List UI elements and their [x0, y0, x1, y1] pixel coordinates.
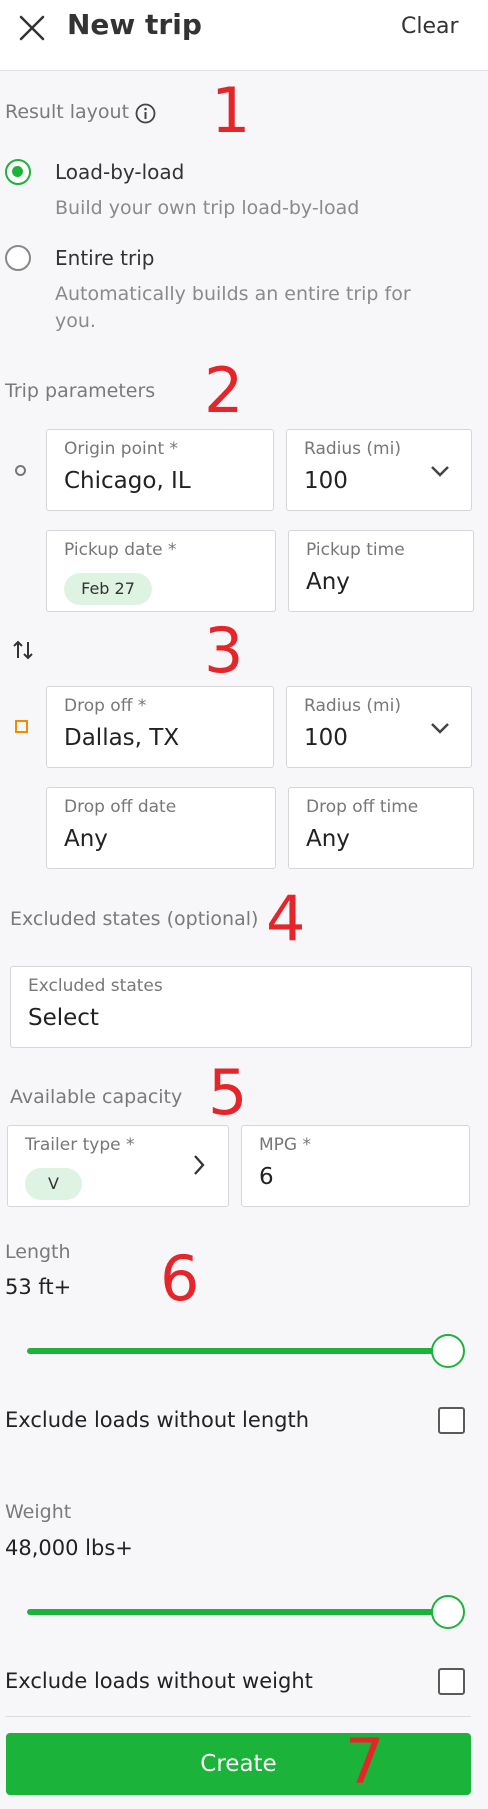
trailer-type-label: Trailer type * — [25, 1135, 135, 1155]
marker-2: 2 — [204, 354, 244, 427]
length-label: Length — [5, 1241, 71, 1263]
excluded-states-label: Excluded states (optional) — [10, 908, 259, 930]
pickup-time-label: Pickup time — [306, 540, 405, 560]
pickup-date-field[interactable]: Pickup date * Feb 27 — [46, 530, 276, 612]
origin-field-label: Origin point * — [64, 439, 179, 459]
mpg-label: MPG * — [259, 1135, 311, 1155]
weight-label: Weight — [5, 1501, 72, 1523]
excluded-states-select[interactable]: Excluded states Select — [10, 966, 472, 1048]
exclude-length-checkbox[interactable] — [438, 1407, 465, 1434]
radio-load-by-load[interactable] — [5, 159, 31, 185]
origin-icon — [15, 465, 26, 476]
marker-5: 5 — [208, 1056, 248, 1129]
origin-radius-select[interactable]: Radius (mi) 100 — [286, 429, 472, 511]
exclude-weight-label: Exclude loads without weight — [5, 1669, 313, 1693]
excluded-states-value: Select — [28, 1005, 99, 1031]
dropoff-date-label: Drop off date — [64, 797, 177, 817]
origin-field[interactable]: Origin point * Chicago, IL — [46, 429, 274, 511]
destination-icon — [15, 720, 28, 733]
pickup-date-label: Pickup date * — [64, 540, 177, 560]
length-slider-track[interactable] — [27, 1348, 449, 1354]
dropoff-field-value: Dallas, TX — [64, 725, 180, 751]
marker-1: 1 — [211, 74, 251, 147]
chevron-down-icon — [431, 466, 449, 477]
result-layout-label: Result layout — [5, 101, 130, 123]
dropoff-date-field[interactable]: Drop off date Any — [46, 787, 276, 869]
chevron-right-icon — [194, 1155, 205, 1175]
create-button[interactable]: Create — [6, 1733, 471, 1795]
swap-icon[interactable] — [11, 638, 35, 662]
origin-field-value: Chicago, IL — [64, 468, 191, 494]
pickup-time-field[interactable]: Pickup time Any — [288, 530, 474, 612]
trip-parameters-label: Trip parameters — [5, 380, 156, 402]
weight-slider-thumb[interactable] — [431, 1595, 465, 1629]
option-entire-trip-desc-1: Automatically builds an entire trip for — [55, 283, 411, 305]
dropoff-time-label: Drop off time — [306, 797, 419, 817]
clear-button[interactable]: Clear — [401, 14, 459, 39]
dropoff-radius-select[interactable]: Radius (mi) 100 — [286, 686, 472, 768]
origin-radius-value: 100 — [304, 468, 348, 494]
create-button-label: Create — [200, 1751, 277, 1777]
option-entire-trip-desc-2: you. — [55, 310, 96, 332]
dropoff-radius-value: 100 — [304, 725, 348, 751]
radio-entire-trip[interactable] — [5, 245, 31, 271]
marker-7: 7 — [345, 1725, 385, 1798]
radio-selected-dot — [12, 166, 23, 177]
dropoff-field-label: Drop off * — [64, 696, 147, 716]
mpg-field[interactable]: MPG * 6 — [241, 1125, 470, 1207]
trailer-type-field[interactable]: Trailer type * V — [7, 1125, 229, 1207]
weight-value: 48,000 lbs+ — [5, 1536, 133, 1560]
weight-slider-track[interactable] — [27, 1609, 449, 1615]
trailer-type-chip: V — [25, 1168, 82, 1200]
origin-radius-label: Radius (mi) — [304, 439, 401, 459]
dropoff-time-value: Any — [306, 826, 350, 852]
pickup-time-value: Any — [306, 569, 350, 595]
header: New trip Clear — [0, 0, 488, 71]
exclude-weight-checkbox[interactable] — [438, 1668, 465, 1695]
length-value: 53 ft+ — [5, 1275, 72, 1299]
option-entire-trip-title[interactable]: Entire trip — [55, 246, 154, 270]
mpg-value: 6 — [259, 1164, 274, 1190]
marker-6: 6 — [160, 1242, 200, 1315]
option-load-by-load-desc: Build your own trip load-by-load — [55, 197, 360, 219]
exclude-length-label: Exclude loads without length — [5, 1408, 309, 1432]
info-icon[interactable] — [135, 103, 156, 124]
dropoff-field[interactable]: Drop off * Dallas, TX — [46, 686, 274, 768]
pickup-date-chip: Feb 27 — [64, 573, 152, 605]
dropoff-radius-label: Radius (mi) — [304, 696, 401, 716]
excluded-states-field-label: Excluded states — [28, 976, 163, 996]
marker-3: 3 — [204, 614, 244, 687]
close-icon[interactable] — [18, 14, 46, 42]
marker-4: 4 — [266, 882, 306, 955]
length-slider-thumb[interactable] — [431, 1334, 465, 1368]
dropoff-date-value: Any — [64, 826, 108, 852]
option-load-by-load-title[interactable]: Load-by-load — [55, 160, 184, 184]
chevron-down-icon — [431, 723, 449, 734]
page-title: New trip — [67, 8, 202, 41]
available-capacity-label: Available capacity — [10, 1086, 183, 1108]
divider — [5, 1716, 471, 1717]
dropoff-time-field[interactable]: Drop off time Any — [288, 787, 474, 869]
